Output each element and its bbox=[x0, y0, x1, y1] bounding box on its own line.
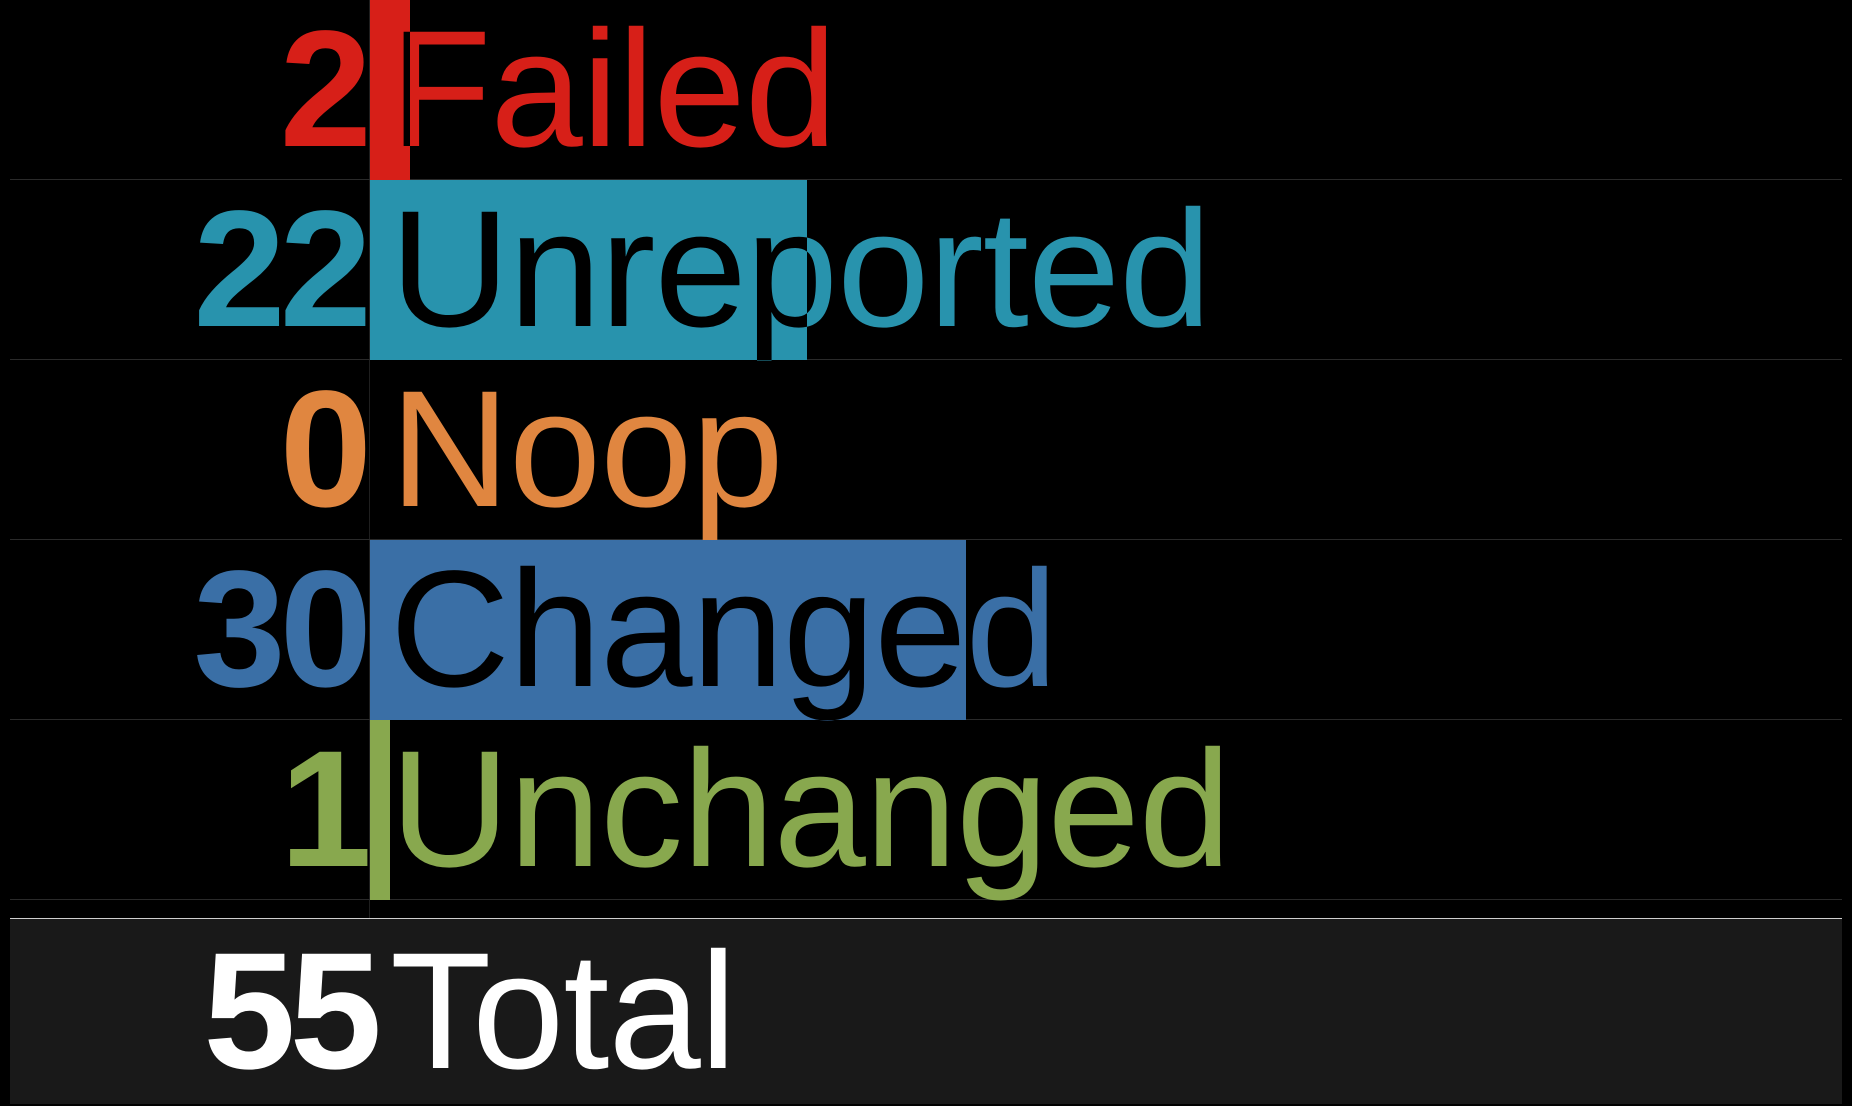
total-label: Total bbox=[390, 919, 737, 1104]
total-row: 55 Total bbox=[10, 918, 1842, 1104]
total-count: 55 bbox=[203, 919, 382, 1104]
status-row-changed[interactable]: 30 Changed Changed bbox=[10, 540, 1842, 720]
status-label-text: Unchanged bbox=[390, 717, 1231, 902]
status-label: Failed Failed bbox=[390, 0, 837, 182]
status-count: 1 bbox=[279, 717, 372, 902]
status-label-overlay: Changed bbox=[390, 540, 966, 720]
status-count: 2 bbox=[279, 0, 372, 182]
status-row-unchanged[interactable]: 1 Unchanged Unchanged bbox=[10, 720, 1842, 900]
status-row-failed[interactable]: 2 Failed Failed bbox=[10, 0, 1842, 180]
status-label: Unchanged Unchanged bbox=[390, 717, 1231, 902]
status-label-overlay: Failed bbox=[390, 0, 410, 180]
status-summary-board: 2 Failed Failed 22 Unreported Unreported… bbox=[10, 0, 1842, 1106]
status-label-text: Failed bbox=[390, 0, 837, 182]
status-count: 0 bbox=[279, 357, 372, 542]
status-label-text: Noop bbox=[390, 357, 784, 542]
status-count: 22 bbox=[193, 177, 372, 362]
status-row-unreported[interactable]: 22 Unreported Unreported bbox=[10, 180, 1842, 360]
status-count: 30 bbox=[193, 537, 372, 722]
status-label: Changed Changed bbox=[390, 540, 1058, 720]
status-label-overlay: Unreported bbox=[390, 180, 807, 360]
status-label: Unreported Unreported bbox=[390, 180, 1211, 360]
status-label: Noop Noop bbox=[390, 357, 784, 542]
status-row-noop[interactable]: 0 Noop Noop bbox=[10, 360, 1842, 540]
status-bar bbox=[370, 720, 390, 900]
